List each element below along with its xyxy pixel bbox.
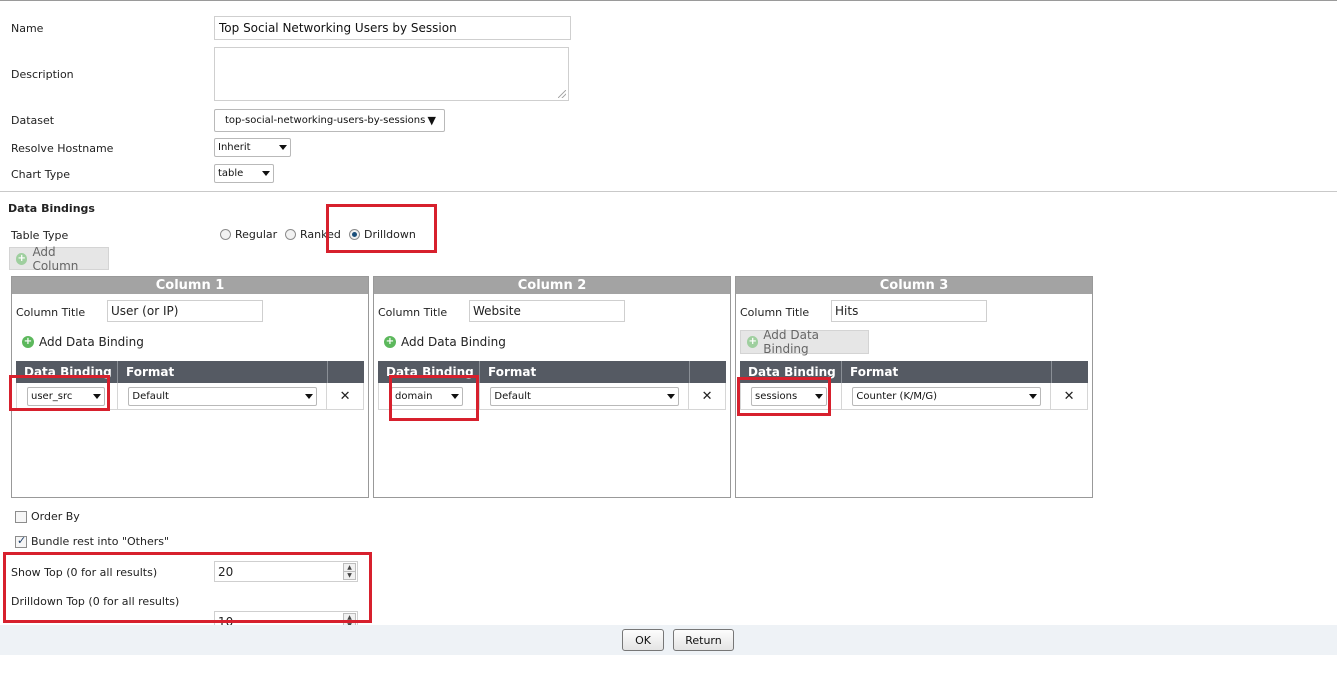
- add-icon: +: [22, 336, 34, 348]
- chart-type-value: table: [218, 168, 244, 179]
- format-cell: Default: [118, 383, 328, 409]
- column-title-input[interactable]: Hits: [831, 300, 987, 322]
- add-data-binding-button[interactable]: + Add Data Binding: [740, 328, 869, 356]
- format-cell: Default: [480, 383, 690, 409]
- name-label: Name: [11, 22, 44, 35]
- name-input[interactable]: Top Social Networking Users by Session: [214, 16, 571, 40]
- resolve-hostname-label: Resolve Hostname: [11, 142, 114, 155]
- radio-regular-label: Regular: [235, 228, 278, 241]
- checkbox-checked-icon: [15, 534, 27, 548]
- column-title-input[interactable]: User (or IP): [107, 300, 263, 322]
- remove-icon[interactable]: ✕: [327, 383, 363, 409]
- add-icon: +: [747, 336, 759, 348]
- highlight-top-settings: [3, 552, 372, 623]
- chevron-down-icon: [262, 171, 270, 176]
- format-value: Counter (K/M/G): [856, 391, 938, 402]
- order-by-checkbox[interactable]: Order By: [15, 510, 80, 523]
- chevron-down-icon: [667, 394, 676, 399]
- section-divider: [0, 191, 1337, 192]
- column-title-label: Column Title: [378, 306, 448, 319]
- dataset-select[interactable]: top-social-networking-users-by-sessions …: [214, 109, 445, 132]
- column-title-label: Column Title: [740, 306, 810, 319]
- chart-type-select[interactable]: table: [214, 164, 274, 183]
- top-border: [0, 0, 1337, 1]
- radio-regular[interactable]: Regular: [220, 228, 277, 241]
- add-column-button[interactable]: + Add Column: [9, 244, 109, 273]
- chevron-down-icon: [305, 394, 314, 399]
- radio-icon: [220, 229, 231, 240]
- description-label: Description: [11, 68, 74, 81]
- chevron-down-icon: [1029, 394, 1038, 399]
- description-textarea[interactable]: [214, 47, 569, 101]
- grid-header-format: Format: [842, 361, 1052, 383]
- checkbox-icon: [15, 510, 27, 523]
- column-title-input[interactable]: Website: [469, 300, 625, 322]
- radio-icon: [285, 229, 296, 240]
- footer-bar: [0, 625, 1337, 655]
- data-bindings-title: Data Bindings: [8, 202, 95, 215]
- add-icon: +: [16, 252, 28, 265]
- highlight-binding-3: [737, 377, 831, 416]
- highlight-drilldown: [326, 204, 437, 253]
- add-data-binding-label: Add Data Binding: [39, 335, 144, 349]
- format-select[interactable]: Default: [490, 387, 680, 406]
- add-data-binding-label: Add Data Binding: [763, 328, 819, 356]
- table-type-label: Table Type: [11, 229, 69, 242]
- add-icon: +: [384, 336, 396, 348]
- format-cell: Counter (K/M/G): [842, 383, 1052, 409]
- grid-header-actions: [1052, 361, 1088, 383]
- add-data-binding-button[interactable]: + Add Data Binding: [384, 335, 506, 349]
- format-select[interactable]: Counter (K/M/G): [852, 387, 1042, 406]
- column-header-1: Column 1: [12, 277, 368, 294]
- ok-button[interactable]: OK: [622, 629, 664, 651]
- chevron-down-icon: [279, 145, 287, 150]
- dataset-value: top-social-networking-users-by-sessions: [225, 115, 426, 126]
- chart-type-label: Chart Type: [11, 168, 70, 181]
- order-by-label: Order By: [31, 510, 80, 523]
- column-header-3: Column 3: [736, 277, 1092, 294]
- column-header-2: Column 2: [374, 277, 730, 294]
- add-data-binding-label: Add Data Binding: [401, 335, 506, 349]
- column-title-label: Column Title: [16, 306, 86, 319]
- highlight-binding-1: [9, 375, 110, 411]
- add-column-label: Add Column: [32, 244, 79, 273]
- remove-icon[interactable]: ✕: [689, 383, 725, 409]
- add-data-binding-button[interactable]: + Add Data Binding: [22, 335, 144, 349]
- grid-header-format: Format: [118, 361, 328, 383]
- bundle-others-label: Bundle rest into "Others": [31, 535, 170, 548]
- remove-icon[interactable]: ✕: [1051, 383, 1087, 409]
- format-select[interactable]: Default: [128, 387, 318, 406]
- dropdown-triangle-icon: ▼: [427, 114, 436, 127]
- resize-grip-icon[interactable]: [558, 90, 566, 98]
- return-button[interactable]: Return: [673, 629, 734, 651]
- grid-header-actions: [690, 361, 726, 383]
- dataset-label: Dataset: [11, 114, 55, 127]
- resolve-hostname-value: Inherit: [218, 142, 251, 153]
- format-value: Default: [132, 391, 169, 402]
- bundle-others-checkbox[interactable]: Bundle rest into "Others": [15, 534, 170, 548]
- resolve-hostname-select[interactable]: Inherit: [214, 138, 291, 157]
- format-value: Default: [494, 391, 531, 402]
- grid-header-format: Format: [480, 361, 690, 383]
- highlight-binding-2: [389, 375, 479, 421]
- grid-header-actions: [328, 361, 364, 383]
